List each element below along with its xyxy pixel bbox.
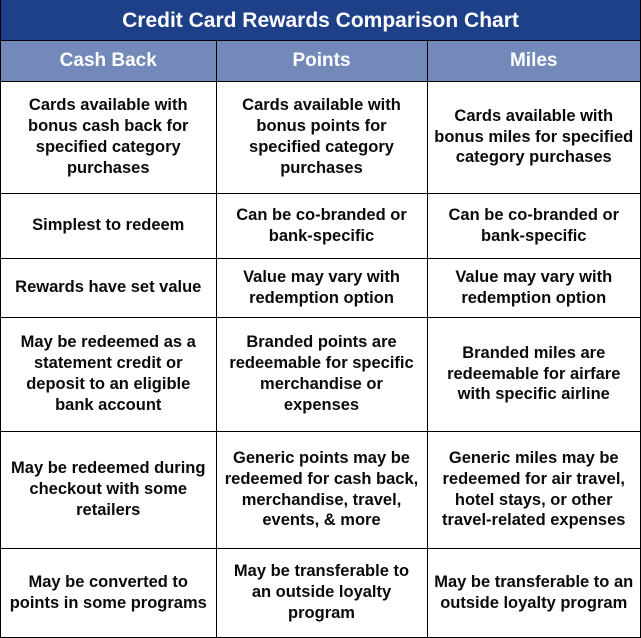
cell-points: Value may vary with redemption option [215, 258, 428, 318]
table-row: Rewards have set value Value may vary wi… [1, 258, 640, 318]
page-title: Credit Card Rewards Comparison Chart [122, 8, 519, 32]
column-header-cash-back: Cash Back [1, 41, 217, 82]
cell-cash-back: Cards available with bonus cash back for… [1, 81, 217, 194]
cell-miles: May be transferable to an outside loyalt… [426, 548, 640, 637]
table-row: May be redeemed during checkout with som… [1, 431, 640, 549]
cell-miles: Can be co-branded or bank-specific [426, 193, 640, 259]
cell-miles: Value may vary with redemption option [426, 258, 640, 318]
table-row: Cards available with bonus cash back for… [1, 81, 640, 194]
cell-points: Cards available with bonus points for sp… [215, 81, 428, 194]
rewards-comparison-table: Cash Back Points Miles Cards available w… [1, 41, 640, 637]
table-body: Cards available with bonus cash back for… [1, 81, 640, 637]
cell-cash-back: May be redeemed during checkout with som… [1, 431, 217, 549]
cell-cash-back: Rewards have set value [1, 258, 217, 318]
cell-cash-back: May be redeemed as a statement credit or… [1, 317, 217, 432]
table-header-row: Cash Back Points Miles [1, 41, 640, 82]
cell-miles: Generic miles may be redeemed for air tr… [426, 431, 640, 549]
table-row: Simplest to redeem Can be co-branded or … [1, 193, 640, 259]
comparison-chart: Credit Card Rewards Comparison Chart Cas… [0, 0, 641, 638]
table-header: Cash Back Points Miles [1, 41, 640, 82]
cell-points: Generic points may be redeemed for cash … [215, 431, 428, 549]
cell-points: May be transferable to an outside loyalt… [215, 548, 428, 637]
cell-cash-back: May be converted to points in some progr… [1, 548, 217, 637]
cell-miles: Branded miles are redeemable for airfare… [426, 317, 640, 432]
table-row: May be redeemed as a statement credit or… [1, 317, 640, 432]
column-header-points: Points [215, 41, 428, 82]
table-row: May be converted to points in some progr… [1, 548, 640, 637]
chart-title-bar: Credit Card Rewards Comparison Chart [1, 0, 640, 41]
column-header-miles: Miles [426, 41, 640, 82]
cell-cash-back: Simplest to redeem [1, 193, 217, 259]
cell-points: Can be co-branded or bank-specific [215, 193, 428, 259]
cell-miles: Cards available with bonus miles for spe… [426, 81, 640, 194]
cell-points: Branded points are redeemable for specif… [215, 317, 428, 432]
